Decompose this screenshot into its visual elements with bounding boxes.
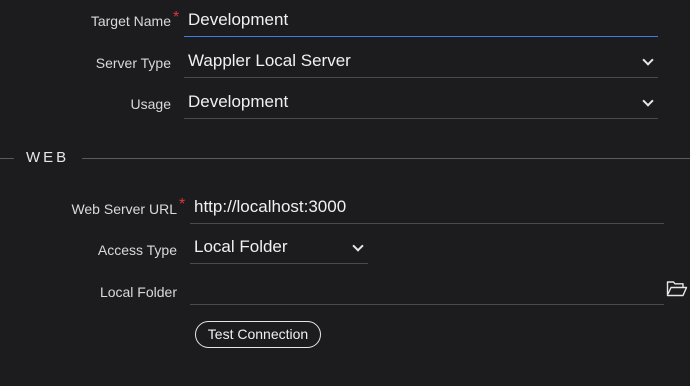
access-type-select[interactable]: Local Folder [190,229,368,264]
usage-value: Development [188,92,289,111]
usage-label: Usage [130,96,171,112]
local-folder-label: Local Folder [99,284,177,300]
chevron-down-icon [642,54,654,66]
section-title-web: WEB [26,149,70,166]
test-connection-button[interactable]: Test Connection [195,321,321,348]
web-server-url-required-marker: * [179,196,186,213]
server-type-label: Server Type [95,55,171,71]
access-type-value: Local Folder [194,237,288,256]
target-name-required-marker: * [173,9,180,26]
section-divider-right [82,158,690,159]
target-name-label: Target Name [90,13,171,29]
web-server-url-label: Web Server URL [71,201,177,217]
target-name-field[interactable]: Development [184,2,658,37]
chevron-down-icon [352,240,364,252]
server-type-select[interactable]: Wappler Local Server [184,43,658,78]
web-server-url-value: http://localhost:3000 [194,197,347,216]
section-divider-left [0,158,14,159]
server-type-value: Wappler Local Server [188,51,351,70]
chevron-down-icon [642,95,654,107]
access-type-label: Access Type [97,242,177,258]
web-server-url-field[interactable]: http://localhost:3000 [190,189,664,224]
usage-select[interactable]: Development [184,84,658,119]
local-folder-field[interactable] [190,270,664,305]
folder-open-icon[interactable] [666,280,688,298]
target-name-value: Development [188,10,289,29]
